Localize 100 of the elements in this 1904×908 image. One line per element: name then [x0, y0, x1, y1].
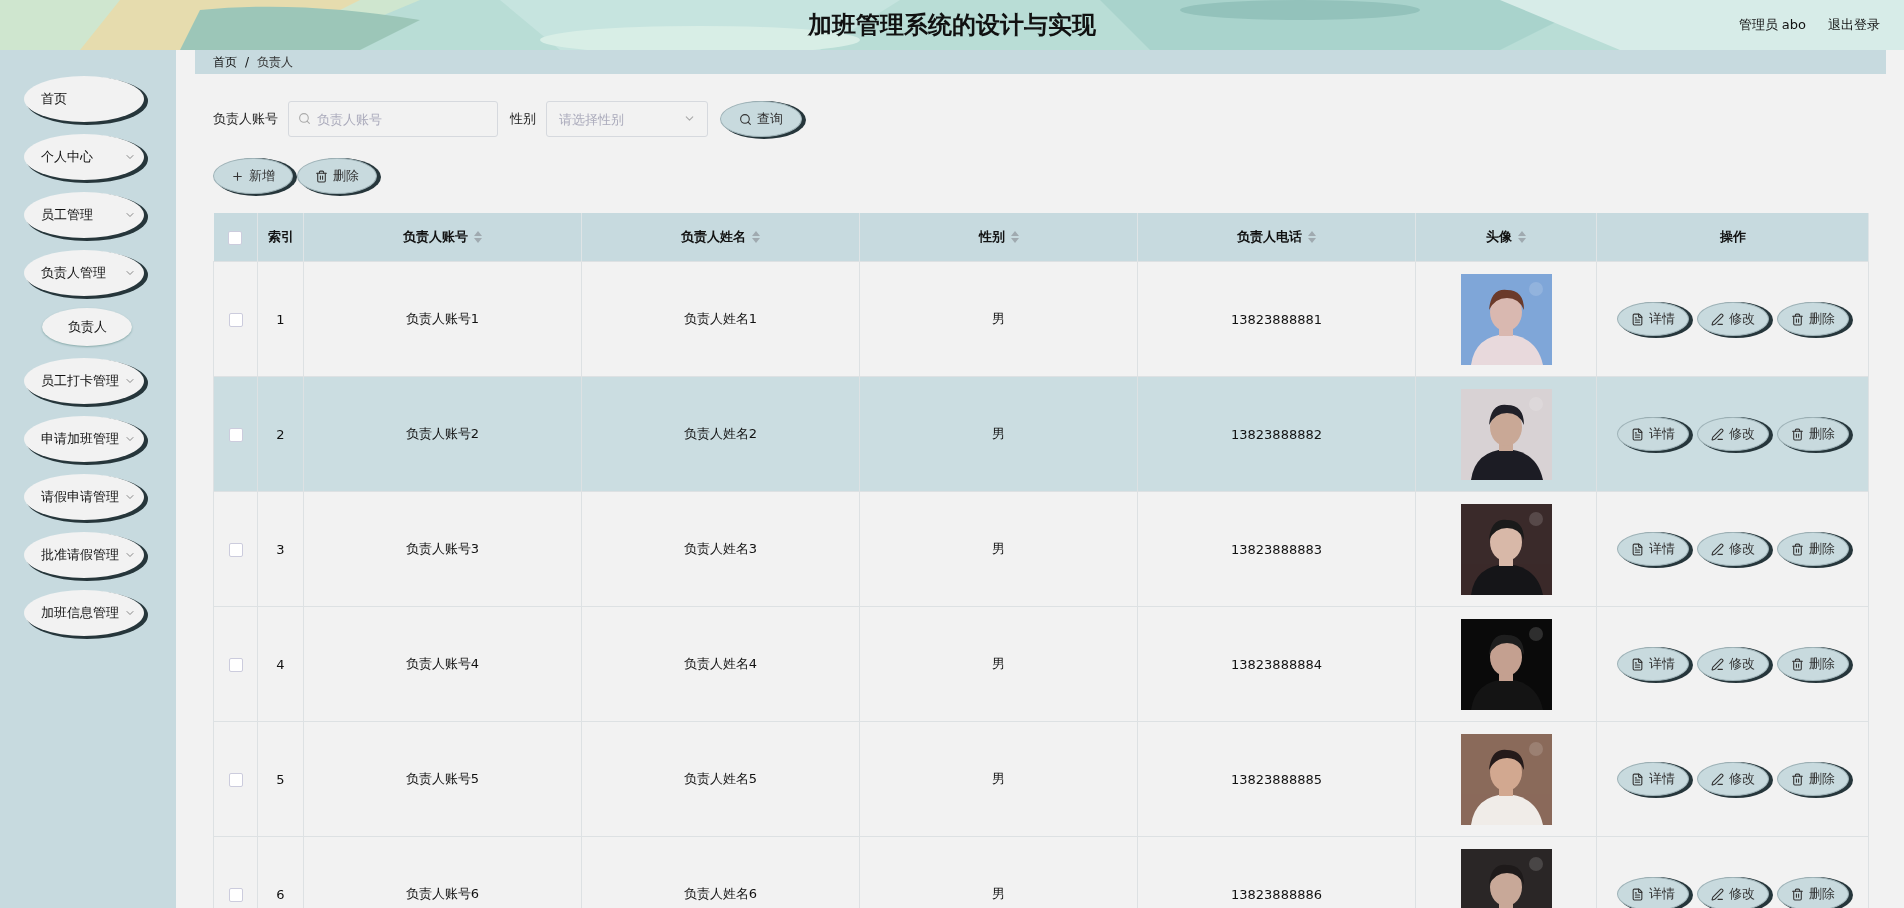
- sidebar-subitem[interactable]: 负责人: [42, 308, 132, 346]
- table-row[interactable]: 6 负责人账号6 负责人姓名6 男 13823888886 详情 修改 删除: [213, 836, 1869, 908]
- sort-icon[interactable]: [1010, 231, 1019, 243]
- sidebar-item[interactable]: 个人中心: [24, 134, 144, 180]
- table-row[interactable]: 2 负责人账号2 负责人姓名2 男 13823888882 详情 修改 删除: [213, 376, 1869, 492]
- table-cell: 6: [276, 886, 285, 902]
- pencil-icon: [1710, 772, 1724, 786]
- edit-button[interactable]: 修改: [1696, 877, 1769, 908]
- table-cell: 男: [992, 771, 1005, 786]
- pencil-icon: [1710, 312, 1724, 326]
- trash-icon: [315, 169, 328, 183]
- table-cell: 13823888884: [1231, 656, 1322, 672]
- pencil-icon: [1710, 657, 1724, 671]
- sidebar-item[interactable]: 请假申请管理: [24, 474, 144, 520]
- logout-link[interactable]: 退出登录: [1828, 16, 1880, 34]
- breadcrumb-item[interactable]: 首页: [213, 53, 237, 71]
- search-icon: [298, 112, 311, 125]
- table-cell: 负责人账号2: [405, 426, 480, 441]
- edit-button[interactable]: 修改: [1696, 417, 1769, 451]
- checkbox[interactable]: [228, 230, 243, 245]
- table-cell: 男: [992, 541, 1005, 556]
- checkbox[interactable]: [228, 542, 243, 557]
- table-row[interactable]: 1 负责人账号1 负责人姓名1 男 13823888881 详情 修改 删除: [213, 261, 1869, 377]
- add-button[interactable]: 新增: [213, 158, 293, 194]
- app-title: 加班管理系统的设计与实现: [808, 10, 1096, 41]
- pencil-icon: [1710, 427, 1724, 441]
- trash-icon: [1790, 887, 1804, 901]
- sidebar-item[interactable]: 首页: [24, 76, 144, 122]
- document-icon: [1630, 542, 1644, 556]
- sort-icon[interactable]: [752, 231, 760, 243]
- delete-button[interactable]: 删除: [1776, 417, 1849, 451]
- document-icon: [1630, 312, 1644, 326]
- table-cell: 5: [276, 771, 285, 787]
- select-field[interactable]: 请选择性别: [546, 101, 708, 137]
- edit-button[interactable]: 修改: [1696, 762, 1769, 796]
- delete-button[interactable]: 删除: [1776, 302, 1849, 336]
- user-name: 管理员 abo: [1738, 16, 1806, 34]
- column-header: 索引: [267, 228, 294, 246]
- table-cell: 负责人账号4: [405, 656, 480, 671]
- sidebar-item[interactable]: 员工打卡管理: [24, 358, 144, 404]
- column-header: 头像: [1486, 228, 1512, 246]
- table-cell: 男: [992, 656, 1005, 671]
- table-cell: 13823888881: [1231, 311, 1322, 327]
- sidebar-item[interactable]: 批准请假管理: [24, 532, 144, 578]
- checkbox[interactable]: [228, 772, 243, 787]
- table-cell: 2: [276, 426, 285, 442]
- delete-button[interactable]: 删除: [297, 158, 377, 194]
- table-cell: 负责人姓名6: [683, 886, 758, 901]
- table-cell: 负责人姓名3: [683, 541, 758, 556]
- checkbox[interactable]: [228, 312, 243, 327]
- table-cell: 4: [276, 656, 285, 672]
- column-header: 负责人姓名: [681, 228, 746, 246]
- detail-button[interactable]: 详情: [1616, 762, 1689, 796]
- table-cell: 负责人姓名5: [683, 771, 758, 786]
- detail-button[interactable]: 详情: [1616, 647, 1689, 681]
- detail-button[interactable]: 详情: [1616, 302, 1689, 336]
- table-cell: 男: [992, 886, 1005, 901]
- sidebar-item[interactable]: 加班信息管理: [24, 590, 144, 636]
- delete-button[interactable]: 删除: [1776, 877, 1849, 908]
- table-cell: 13823888886: [1231, 886, 1322, 902]
- detail-button[interactable]: 详情: [1616, 877, 1689, 908]
- search-button[interactable]: 查询: [720, 101, 802, 137]
- edit-button[interactable]: 修改: [1696, 302, 1769, 336]
- table-cell: 负责人姓名2: [683, 426, 758, 441]
- table-row[interactable]: 5 负责人账号5 负责人姓名5 男 13823888885 详情 修改 删除: [213, 721, 1869, 837]
- sidebar-item[interactable]: 负责人管理: [24, 250, 144, 296]
- checkbox[interactable]: [228, 887, 243, 902]
- search-icon: [739, 112, 752, 126]
- table-cell: 男: [992, 426, 1005, 441]
- table-cell: 负责人账号3: [405, 541, 480, 556]
- trash-icon: [1790, 427, 1804, 441]
- pencil-icon: [1710, 542, 1724, 556]
- delete-button[interactable]: 删除: [1776, 762, 1849, 796]
- search-field[interactable]: 负责人账号: [288, 101, 498, 137]
- document-icon: [1630, 657, 1644, 671]
- column-header: 性别: [978, 228, 1005, 246]
- table-row[interactable]: 3 负责人账号3 负责人姓名3 男 13823888883 详情 修改 删除: [213, 491, 1869, 607]
- checkbox[interactable]: [228, 657, 243, 672]
- delete-button[interactable]: 删除: [1776, 532, 1849, 566]
- edit-button[interactable]: 修改: [1696, 647, 1769, 681]
- sort-icon[interactable]: [1308, 231, 1316, 243]
- trash-icon: [1790, 542, 1804, 556]
- column-header: 负责人账号: [403, 228, 468, 246]
- detail-button[interactable]: 详情: [1616, 417, 1689, 451]
- checkbox[interactable]: [228, 427, 243, 442]
- table-cell: 负责人账号6: [405, 886, 480, 901]
- detail-button[interactable]: 详情: [1616, 532, 1689, 566]
- sort-icon[interactable]: [474, 231, 482, 243]
- breadcrumb-item[interactable]: 负责人: [257, 53, 294, 71]
- column-header: 负责人电话: [1237, 228, 1302, 246]
- plus-icon: [231, 169, 244, 183]
- delete-button[interactable]: 删除: [1776, 647, 1849, 681]
- sidebar-item[interactable]: 申请加班管理: [24, 416, 144, 462]
- field-label: 性别: [510, 110, 536, 128]
- sort-icon[interactable]: [1518, 231, 1526, 243]
- sidebar-item[interactable]: 员工管理: [24, 192, 144, 238]
- table-row[interactable]: 4 负责人账号4 负责人姓名4 男 13823888884 详情 修改 删除: [213, 606, 1869, 722]
- table-cell: 13823888885: [1231, 771, 1322, 787]
- table-cell: 男: [992, 311, 1005, 326]
- edit-button[interactable]: 修改: [1696, 532, 1769, 566]
